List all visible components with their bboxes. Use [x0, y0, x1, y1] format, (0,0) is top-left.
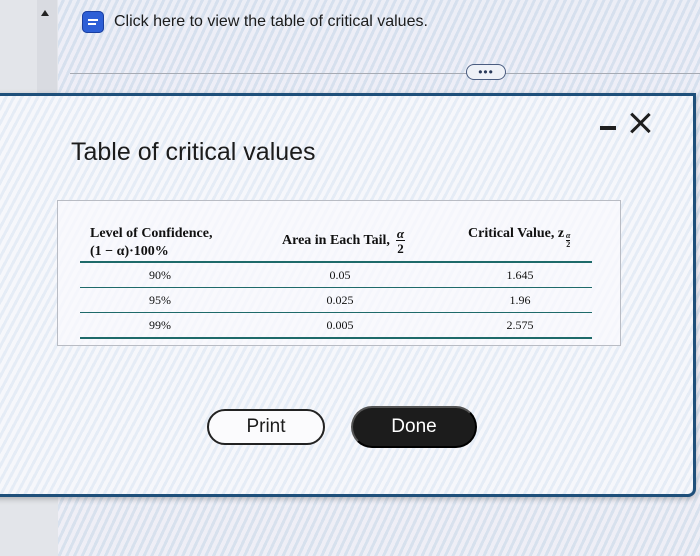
- fraction-numerator: α: [395, 226, 406, 241]
- cell-area: 0.025: [326, 293, 354, 307]
- minimize-icon[interactable]: [600, 126, 616, 130]
- table-header-row: Level of Confidence, (1 − α)·100% Area i…: [80, 215, 592, 263]
- header-confidence: Level of Confidence, (1 − α)·100%: [90, 225, 212, 261]
- cell-confidence: 95%: [149, 293, 171, 307]
- header-area-text: Area in Each Tail,: [282, 233, 390, 248]
- table-row: 90% 0.05 1.645: [80, 263, 592, 288]
- view-critical-values-link[interactable]: Click here to view the table of critical…: [82, 11, 428, 33]
- critical-values-table: Level of Confidence, (1 − α)·100% Area i…: [80, 215, 592, 339]
- header-confidence-line2: (1 − α)·100%: [90, 244, 169, 259]
- cell-critical: 2.575: [506, 318, 534, 332]
- header-critical: Critical Value, z α 2: [468, 225, 571, 248]
- view-critical-values-link-text: Click here to view the table of critical…: [114, 13, 428, 30]
- cell-confidence: 99%: [149, 318, 171, 332]
- table-row: 99% 0.005 2.575: [80, 313, 592, 339]
- fraction-denominator: 2: [397, 241, 404, 256]
- header-area: Area in Each Tail, α 2: [282, 226, 406, 256]
- cell-critical: 1.96: [509, 293, 531, 307]
- cell-area: 0.05: [329, 268, 351, 282]
- dialog-title: Table of critical values: [71, 138, 316, 166]
- cell-area: 0.005: [326, 318, 354, 332]
- done-button[interactable]: Done: [351, 406, 477, 448]
- table-row: 95% 0.025 1.96: [80, 288, 592, 313]
- critical-values-table-card: Level of Confidence, (1 − α)·100% Area i…: [57, 200, 621, 346]
- alpha-over-two-fraction: α 2: [395, 226, 406, 256]
- print-button[interactable]: Print: [207, 409, 325, 445]
- close-icon[interactable]: [627, 110, 653, 136]
- cell-critical: 1.645: [506, 268, 534, 282]
- subscript-denominator: 2: [566, 239, 571, 249]
- subscript-fraction: α 2: [566, 231, 571, 249]
- background-divider: [70, 73, 700, 74]
- collapse-arrow-icon[interactable]: [41, 10, 49, 16]
- cell-confidence: 90%: [149, 268, 171, 282]
- critical-values-dialog: Table of critical values Level of Confid…: [0, 93, 696, 497]
- header-confidence-line1: Level of Confidence,: [90, 226, 213, 241]
- document-icon: [82, 11, 104, 33]
- more-options-pill[interactable]: •••: [466, 64, 506, 80]
- header-critical-text: Critical Value, z: [468, 226, 565, 241]
